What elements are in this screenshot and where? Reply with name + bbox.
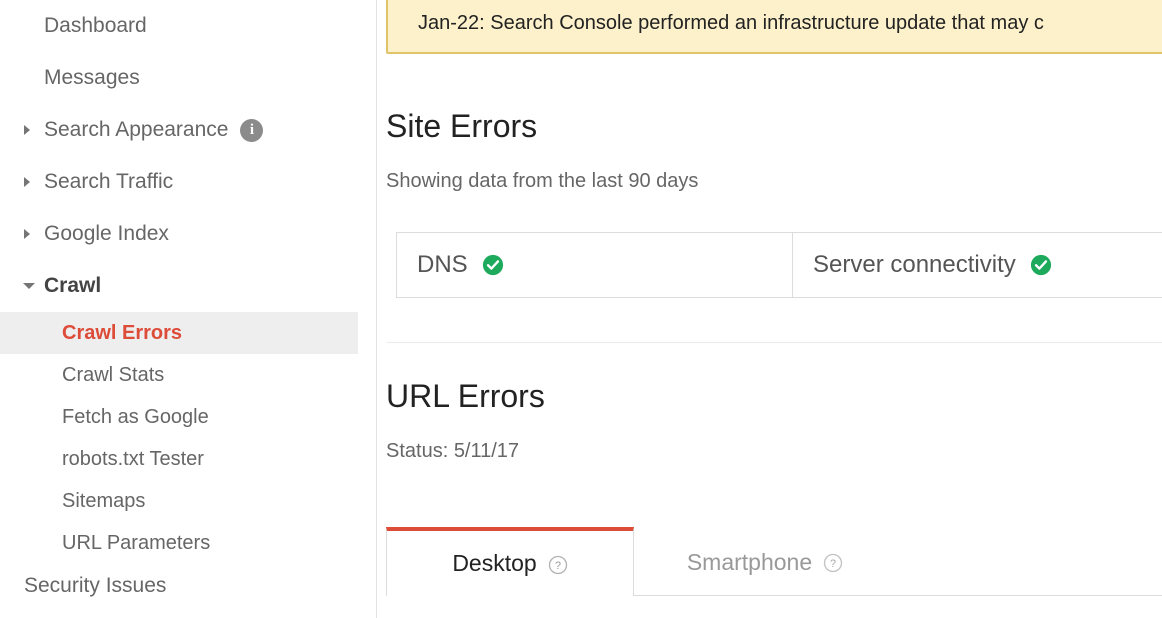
tab-label: Desktop — [452, 550, 537, 576]
svg-text:?: ? — [555, 559, 561, 571]
tab-label: Smartphone — [686, 548, 813, 575]
main-content: Jan-22: Search Console performed an infr… — [377, 0, 1162, 618]
sidebar-subitem-label: Crawl Errors — [62, 321, 183, 344]
sidebar-subitem-label: URL Parameters — [62, 531, 211, 554]
section-divider — [386, 342, 1162, 343]
sidebar-item-label: Crawl — [44, 274, 102, 297]
sidebar-item-search-appearance[interactable]: Search Appearance i — [0, 104, 376, 156]
url-errors-tabs: Desktop ? Smartphone ? — [386, 527, 1162, 596]
sidebar-subitem-label: Sitemaps — [62, 489, 146, 512]
sidebar-item-label: Search Appearance — [44, 118, 229, 141]
search-console-page: Dashboard Messages Search Appearance i S… — [0, 0, 1162, 618]
check-circle-icon — [482, 254, 504, 276]
info-icon[interactable]: i — [240, 118, 264, 142]
sidebar-subitem-label: Fetch as Google — [62, 405, 209, 428]
sidebar-item-label: Search Traffic — [44, 170, 174, 193]
status-cell-label: Server connectivity — [813, 251, 1016, 278]
status-cell-server-connectivity[interactable]: Server connectivity — [793, 233, 1162, 297]
sidebar-item-fetch-as-google[interactable]: Fetch as Google — [0, 396, 376, 438]
sidebar-item-messages[interactable]: Messages — [0, 52, 376, 104]
sidebar-item-google-index[interactable]: Google Index — [0, 208, 376, 260]
sidebar: Dashboard Messages Search Appearance i S… — [0, 0, 377, 618]
url-errors-status: Status: 5/11/17 — [386, 440, 520, 462]
notification-banner: Jan-22: Search Console performed an infr… — [386, 0, 1162, 54]
sidebar-subitem-label: Crawl Stats — [62, 363, 165, 386]
sidebar-item-crawl[interactable]: Crawl — [0, 260, 376, 312]
sidebar-item-crawl-stats[interactable]: Crawl Stats — [0, 354, 376, 396]
sidebar-item-crawl-errors[interactable]: Crawl Errors — [0, 312, 358, 354]
site-errors-heading: Site Errors — [386, 108, 538, 144]
tab-smartphone[interactable]: Smartphone ? — [634, 529, 896, 595]
svg-text:?: ? — [830, 558, 836, 570]
check-circle-icon — [1030, 254, 1052, 276]
sidebar-item-search-traffic[interactable]: Search Traffic — [0, 156, 376, 208]
chevron-right-icon — [24, 125, 30, 135]
sidebar-item-label: Security Issues — [24, 574, 167, 597]
notification-banner-text: Jan-22: Search Console performed an infr… — [418, 11, 1044, 34]
status-cell-dns[interactable]: DNS — [397, 233, 793, 297]
status-cell-label: DNS — [417, 251, 468, 278]
site-errors-subtitle: Showing data from the last 90 days — [386, 170, 699, 192]
chevron-right-icon — [24, 177, 30, 187]
chevron-right-icon — [24, 229, 30, 239]
sidebar-item-sitemaps[interactable]: Sitemaps — [0, 480, 376, 522]
site-errors-status-table: DNS Server connectivity — [396, 232, 1162, 298]
tab-desktop[interactable]: Desktop ? — [386, 527, 634, 596]
sidebar-item-dashboard[interactable]: Dashboard — [0, 0, 376, 52]
url-errors-heading: URL Errors — [386, 378, 545, 414]
help-circle-icon[interactable]: ? — [548, 554, 568, 574]
help-circle-icon[interactable]: ? — [823, 552, 843, 573]
sidebar-subitem-label: robots.txt Tester — [62, 447, 204, 470]
chevron-down-icon — [23, 283, 35, 289]
sidebar-item-label: Google Index — [44, 222, 169, 245]
sidebar-item-label: Dashboard — [44, 14, 147, 37]
sidebar-nav-list: Dashboard Messages Search Appearance i S… — [0, 0, 376, 608]
sidebar-item-label: Messages — [44, 66, 140, 89]
sidebar-item-robots-txt-tester[interactable]: robots.txt Tester — [0, 438, 376, 480]
sidebar-item-security-issues[interactable]: Security Issues — [0, 564, 376, 608]
sidebar-item-url-parameters[interactable]: URL Parameters — [0, 522, 376, 564]
